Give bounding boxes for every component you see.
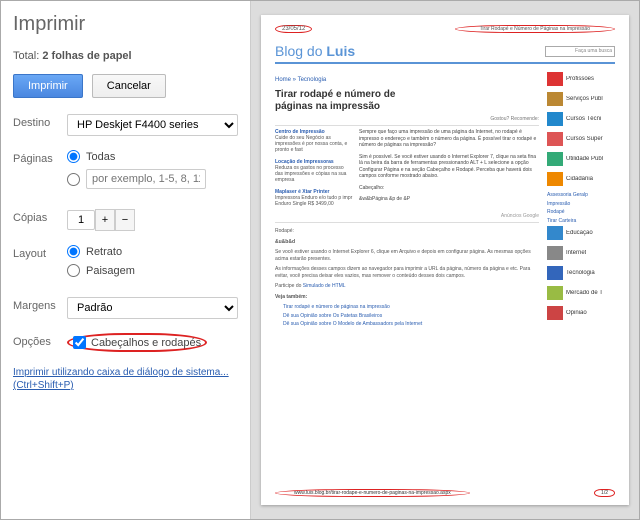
sidebar-icon: [547, 152, 563, 166]
sidebar-icon: [547, 306, 563, 320]
preview-sidebar: Profissões Serviços Públ Cursos Técni Curso…: [547, 72, 615, 330]
sidebar-item: Cursos Técni: [547, 112, 615, 126]
sidebar-item: Tecnologia: [547, 266, 615, 280]
sidebar-icon: [547, 132, 563, 146]
preview-area: 23/05/12 Tirar Rodapé e Número de Página…: [251, 1, 639, 519]
sidebar-item: Serviços Públ: [547, 92, 615, 106]
sidebar-item: Educação: [547, 226, 615, 240]
sidebar-item: Profissões: [547, 72, 615, 86]
sidebar-icon: [547, 92, 563, 106]
print-panel: Imprimir Total: 2 folhas de papel Imprim…: [1, 1, 251, 519]
pages-range-input[interactable]: [86, 169, 206, 189]
destination-label: Destino: [13, 114, 67, 129]
copies-minus[interactable]: −: [115, 209, 135, 231]
panel-title: Imprimir: [13, 13, 238, 36]
options-highlight: Cabeçalhos e rodapés: [67, 333, 207, 352]
layout-portrait-radio[interactable]: [67, 245, 80, 258]
sidebar-item: Cursos Super: [547, 132, 615, 146]
sidebar-item: Opinião: [547, 306, 615, 320]
layout-label: Layout: [13, 245, 67, 260]
header-date-highlight: 23/05/12: [275, 25, 312, 33]
sidebar-item: Cidadania: [547, 172, 615, 186]
total-sheets: Total: 2 folhas de papel: [13, 50, 238, 62]
button-row: Imprimir Cancelar: [13, 74, 238, 98]
cancel-button[interactable]: Cancelar: [92, 74, 166, 98]
layout-landscape-radio[interactable]: [67, 264, 80, 277]
sidebar-item: Mercado de T: [547, 286, 615, 300]
footer-pagenum-highlight: 1/2: [594, 489, 615, 497]
pages-label: Páginas: [13, 150, 67, 165]
ads-column: Centro de ImpressãoCuide do seu Negócio …: [275, 129, 353, 213]
print-button[interactable]: Imprimir: [13, 74, 83, 98]
sidebar-icon: [547, 226, 563, 240]
preview-page: 23/05/12 Tirar Rodapé e Número de Página…: [261, 15, 629, 505]
footer-url-highlight: www.luis.blog.br/tirar-rodape-e-numero-d…: [275, 489, 470, 497]
sidebar-icon: [547, 286, 563, 300]
copies-plus[interactable]: +: [95, 209, 115, 231]
sidebar-icon: [547, 246, 563, 260]
pages-all-radio[interactable]: [67, 150, 80, 163]
sidebar-item: Utilidade Públ: [547, 152, 615, 166]
recommend-text: Gostou? Recomende:: [275, 116, 539, 122]
sidebar-icon: [547, 172, 563, 186]
destination-select[interactable]: HP Deskjet F4400 series: [67, 114, 238, 136]
blog-title: Blog do Luis: [275, 43, 355, 59]
sidebar-icon: [547, 72, 563, 86]
sidebar-icon: [547, 266, 563, 280]
copies-label: Cópias: [13, 209, 67, 224]
pages-range-radio[interactable]: [67, 173, 80, 186]
article-title: Tirar rodapé e número de páginas na impr…: [275, 89, 435, 113]
options-label: Opções: [13, 333, 67, 348]
margins-select[interactable]: Padrão: [67, 297, 238, 319]
headers-footers-checkbox[interactable]: [73, 336, 86, 349]
sidebar-item: Internet: [547, 246, 615, 260]
margins-label: Margens: [13, 297, 67, 312]
sidebar-icon: [547, 112, 563, 126]
search-box: Faça uma busca: [545, 46, 615, 57]
copies-input[interactable]: [67, 210, 95, 230]
header-title-highlight: Tirar Rodapé e Número de Páginas na Impr…: [455, 25, 615, 33]
system-dialog-link[interactable]: Imprimir utilizando caixa de diálogo de …: [13, 366, 238, 392]
breadcrumb: Home » Tecnologia: [275, 77, 539, 83]
